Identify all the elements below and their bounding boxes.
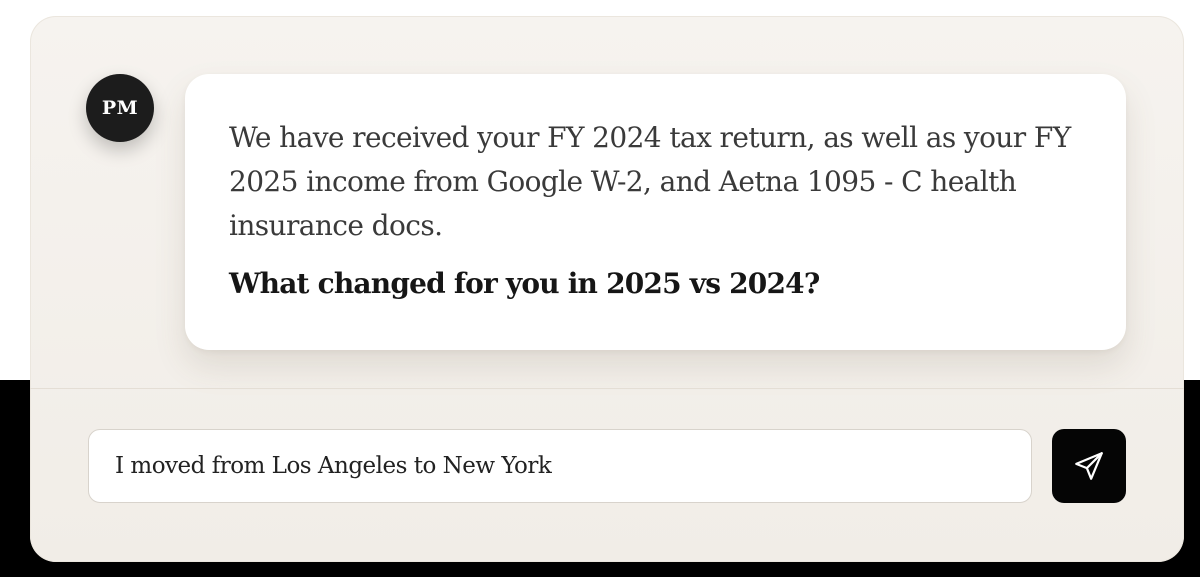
composer-divider [30, 388, 1184, 389]
assistant-avatar: PM [86, 74, 154, 142]
avatar-initials: PM [101, 97, 139, 119]
message-input-box[interactable] [88, 429, 1032, 503]
message-input[interactable] [115, 453, 1005, 479]
assistant-message-text: We have received your FY 2024 tax return… [229, 121, 1071, 242]
assistant-message-bubble: We have received your FY 2024 tax return… [185, 74, 1126, 350]
assistant-question-text: What changed for you in 2025 vs 2024? [229, 267, 820, 300]
send-icon [1072, 449, 1106, 483]
chat-panel: PM We have received your FY 2024 tax ret… [30, 16, 1184, 562]
send-button[interactable] [1052, 429, 1126, 503]
